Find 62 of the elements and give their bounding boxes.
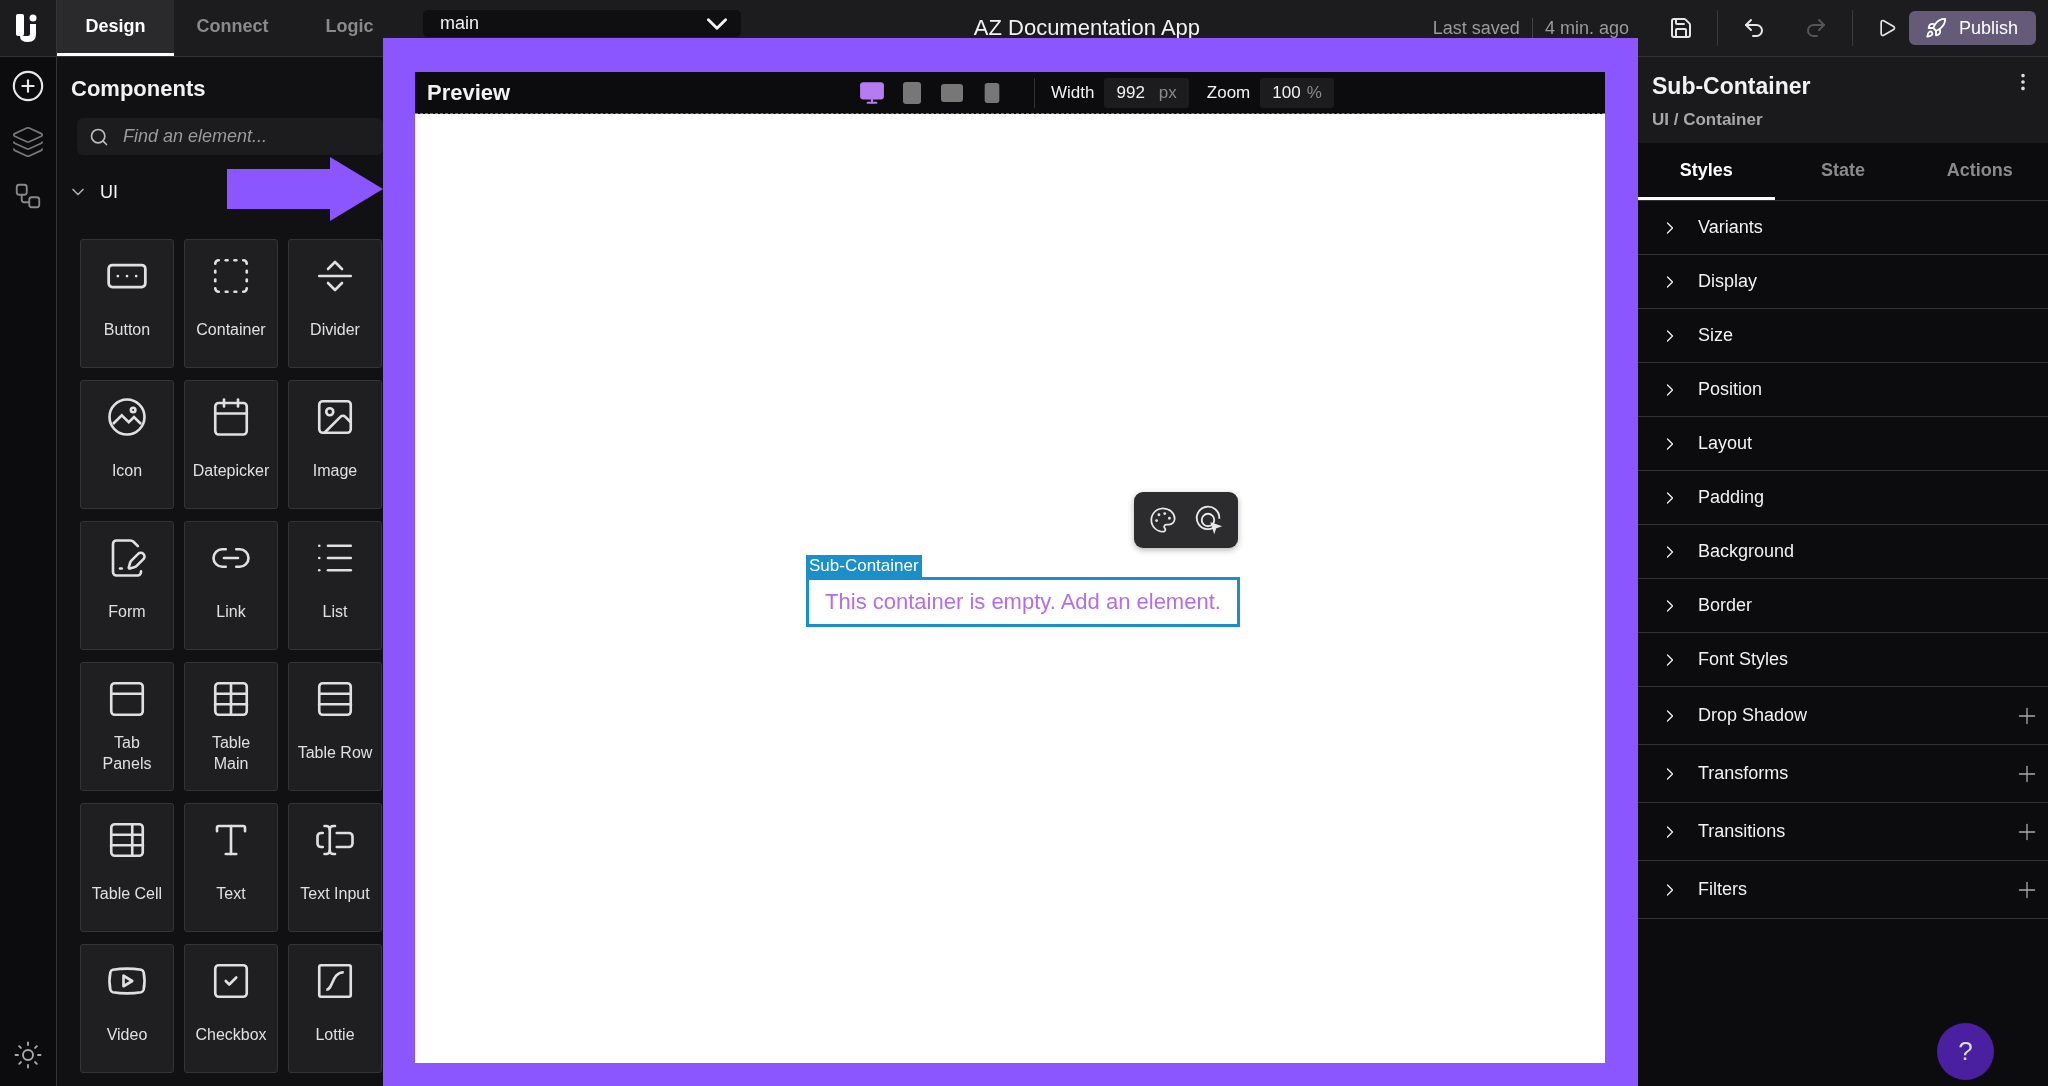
component-tile[interactable]: Link [184,521,278,650]
component-tile[interactable]: Form [80,521,174,650]
sun-icon[interactable] [13,1040,43,1070]
width-field[interactable]: 992 px [1104,77,1189,108]
publish-button[interactable]: Publish [1908,11,2036,45]
section-label: Position [1698,379,1764,400]
add-icon[interactable] [11,69,45,103]
component-tile[interactable]: Table Row [288,662,382,791]
section-label: Font Styles [1698,649,1790,670]
component-tile[interactable]: Button [80,239,174,368]
preview-title: Preview [427,79,512,106]
component-tile[interactable]: Divider [288,239,382,368]
save-status-time: 4 min. ago [1543,17,1629,39]
section-label: Drop Shadow [1698,705,1809,726]
section-label: Padding [1698,487,1766,508]
section-label: Border [1698,595,1754,616]
section-label: Filters [1698,879,1748,900]
element-path: UI / Container [1652,110,1764,130]
section-label: Display [1698,271,1759,292]
inspector-tab[interactable]: Actions [1911,143,2048,200]
branch-name: main [440,13,479,34]
section-label: Transforms [1698,763,1790,784]
component-tile[interactable]: Text Input [288,803,382,932]
editor-tab[interactable]: Design [57,0,174,56]
inspector-title: Sub-Container [1652,73,1811,100]
palette-icon[interactable] [1149,506,1178,534]
component-tile[interactable]: List [288,521,382,650]
app-title: AZ Documentation App [972,15,1202,41]
width-label: Width [1051,82,1095,103]
component-tile[interactable]: Icon [80,380,174,509]
section-label: Background [1698,541,1796,562]
search-field[interactable]: Find an element... [77,118,383,155]
rocket-icon [1924,17,1947,39]
component-tile[interactable]: Video [80,944,174,1073]
component-tile[interactable]: Datepicker [184,380,278,509]
panel-title: Components [71,76,207,102]
editor-tab[interactable]: Logic [291,0,408,56]
component-tile[interactable]: Image [288,380,382,509]
component-tile[interactable]: Text [184,803,278,932]
editor-tab[interactable]: Connect [174,0,291,56]
layers-icon[interactable] [11,125,45,159]
inspector-tab[interactable]: State [1774,143,1912,200]
chevron-down-icon [707,17,727,30]
component-tile[interactable]: Tab Panels [80,662,174,791]
branch-dropdown[interactable]: main [423,10,741,37]
flow-icon[interactable] [13,181,43,211]
section-label: Transitions [1698,821,1787,842]
section-label: Layout [1698,433,1754,454]
component-tile[interactable]: Table Cell [80,803,174,932]
component-tile[interactable]: Lottie [288,944,382,1073]
search-icon [89,126,109,147]
zoom-label: Zoom [1206,82,1251,103]
component-tile[interactable]: Table Main [184,662,278,791]
picture-circle-icon [106,395,148,439]
section-header[interactable]: UI [68,177,208,207]
selection-tag: Sub-Container [806,555,922,577]
search-input[interactable]: Find an element... [121,125,321,148]
zoom-field[interactable]: 100 % [1260,77,1334,108]
component-tile[interactable]: Container [184,239,278,368]
component-tile[interactable]: Checkbox [184,944,278,1073]
section-label: Variants [1698,217,1764,238]
section-label: Size [1698,325,1734,346]
